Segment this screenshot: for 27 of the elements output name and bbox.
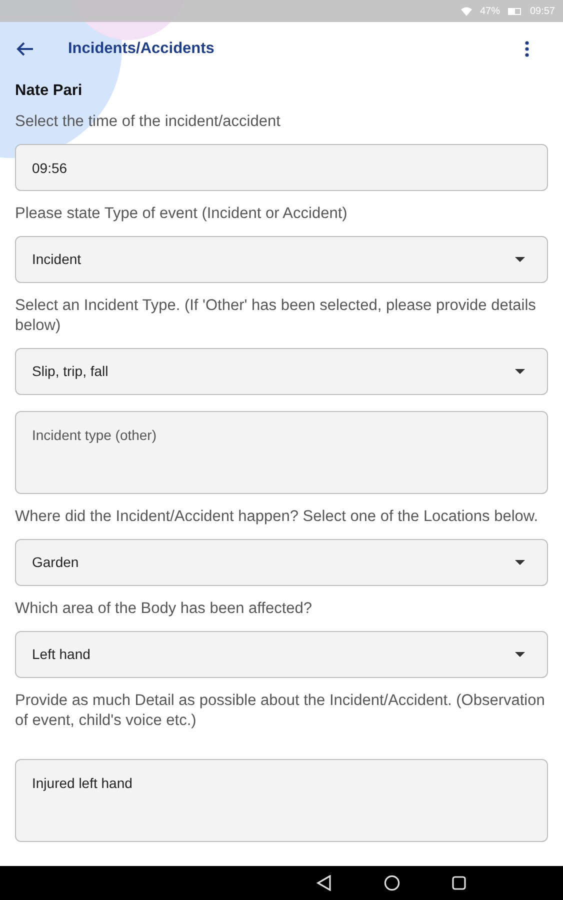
field-label: Please state Type of event (Incident or Accident) bbox=[15, 204, 348, 224]
dropdown-field[interactable]: Garden bbox=[15, 539, 548, 586]
battery-percent: 47% bbox=[480, 4, 500, 18]
app-bar-title: Incidents/Accidents bbox=[68, 39, 216, 60]
back-icon[interactable] bbox=[16, 41, 34, 57]
field-label: Where did the Incident/Accident happen? Select one of the Locations below. bbox=[15, 507, 540, 528]
wifi-icon bbox=[460, 6, 472, 16]
child-name: Nate Pari bbox=[15, 81, 84, 101]
battery-icon bbox=[508, 8, 522, 14]
clock: 09:57 bbox=[530, 4, 555, 18]
time-field[interactable]: 09:56 bbox=[15, 144, 548, 192]
dropdown-caret-icon bbox=[515, 560, 525, 566]
dropdown-field[interactable]: Slip, trip, fall bbox=[15, 348, 548, 396]
recent-apps-icon[interactable] bbox=[452, 876, 466, 890]
text-area-field[interactable]: Injured left hand bbox=[15, 759, 548, 842]
dropdown-caret-icon bbox=[515, 369, 525, 374]
dropdown-field[interactable]: Left hand bbox=[15, 631, 548, 678]
dropdown-caret-icon bbox=[515, 257, 525, 262]
field-label: Provide as much Detail as possible about the Incident/Accident. (Observation of event, child's voice etc.) bbox=[15, 691, 546, 732]
field-label: Select the time of the incident/accident bbox=[15, 112, 282, 132]
field-label: Select an Incident Type. (If 'Other' has been selected, please provide details below) bbox=[15, 296, 537, 336]
more-options-icon[interactable] bbox=[525, 41, 529, 57]
dropdown-caret-icon bbox=[515, 652, 525, 658]
field-label: Which area of the Body has been affected? bbox=[15, 599, 313, 620]
text-area-field[interactable]: Incident type (other) bbox=[15, 411, 548, 494]
dropdown-field[interactable]: Incident bbox=[15, 236, 548, 284]
home-icon[interactable] bbox=[384, 875, 400, 891]
